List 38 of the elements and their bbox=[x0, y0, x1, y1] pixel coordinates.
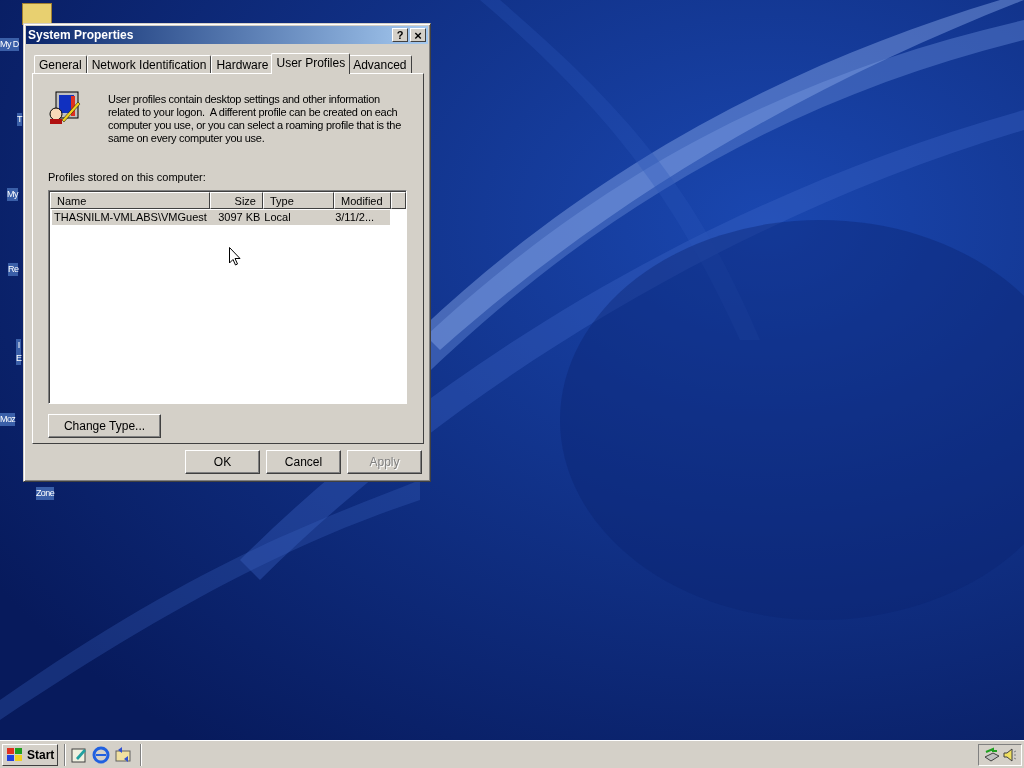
tab[interactable]: Advanced bbox=[348, 55, 412, 73]
help-button[interactable]: ? bbox=[392, 28, 408, 42]
folder-arrows-icon[interactable] bbox=[114, 745, 133, 764]
table-cell-text: THASNILM-VMLABS\VMGuest bbox=[53, 209, 208, 225]
column-header[interactable]: Type bbox=[263, 191, 334, 209]
dialog-button[interactable]: Cancel bbox=[266, 450, 341, 474]
close-button[interactable]: × bbox=[410, 28, 426, 42]
desktop-icon-label[interactable]: I E bbox=[16, 339, 22, 365]
folder-icon[interactable] bbox=[22, 3, 52, 25]
browser-icon[interactable] bbox=[92, 745, 111, 764]
tab[interactable]: Network Identification bbox=[86, 55, 212, 73]
speaker-icon[interactable] bbox=[1003, 746, 1017, 763]
table-cell-text: 3097 KB bbox=[217, 209, 262, 225]
desktop-icon-label[interactable]: Moz bbox=[0, 413, 16, 426]
table-cell-text: 3/11/2... bbox=[334, 209, 376, 225]
column-header[interactable]: Size bbox=[210, 191, 263, 209]
profile-row[interactable]: THASNILM-VMLABS\VMGuest 3097 KB Local 3/11/2... bbox=[52, 209, 390, 225]
tab[interactable]: General bbox=[34, 55, 87, 73]
column-header[interactable]: Name bbox=[50, 191, 210, 209]
tab[interactable]: Hardware bbox=[211, 55, 274, 73]
desktop-icon-label[interactable]: T bbox=[17, 113, 22, 126]
table-cell-text: Local bbox=[263, 209, 292, 225]
windows-logo-icon bbox=[6, 747, 24, 762]
dialog-button[interactable]: OK bbox=[185, 450, 260, 474]
description-text: User profiles contain desktop settings and other information related to your logon. A different profile can be created on each computer you use, or you can select a roaming profile that is the same on every computer you use. bbox=[108, 93, 402, 145]
start-button[interactable]: Start bbox=[2, 743, 59, 766]
user-monitor-icon bbox=[48, 90, 82, 124]
list-label: Profiles stored on this computer: bbox=[48, 170, 207, 185]
desktop-shortcut-icon[interactable] bbox=[70, 745, 89, 764]
desktop-icon-label[interactable]: My bbox=[7, 188, 18, 201]
desktop-icon-label[interactable]: My D bbox=[0, 38, 19, 51]
desktop-icon-label[interactable]: Re bbox=[8, 263, 19, 276]
window-title: System Properties bbox=[28, 27, 135, 44]
network-icon[interactable] bbox=[983, 746, 1001, 763]
cursor-icon bbox=[229, 247, 241, 266]
column-header[interactable]: Modified bbox=[334, 191, 391, 209]
change-type-button[interactable]: Change Type... bbox=[48, 413, 161, 438]
tab[interactable]: User Profiles bbox=[271, 53, 351, 74]
